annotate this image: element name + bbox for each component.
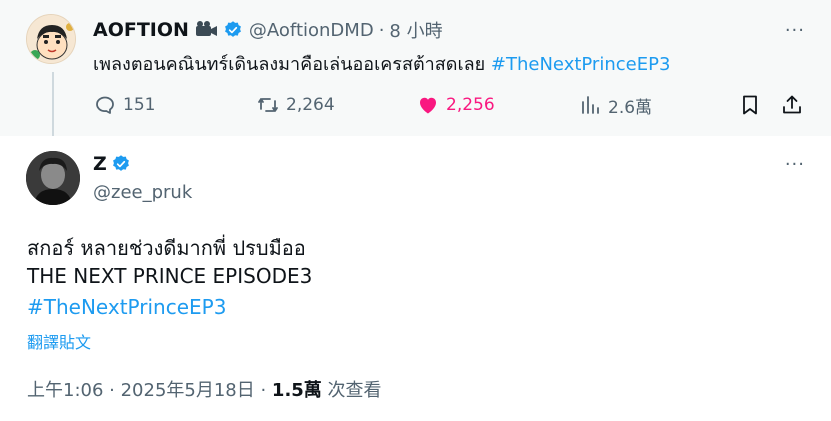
tweet-text: เพลงตอนคณินทร์เดินลงมาคือเล่นออเครสต้าสด… xyxy=(93,49,670,78)
heart-icon xyxy=(420,97,436,114)
reply-icon xyxy=(96,96,114,114)
avatar[interactable] xyxy=(26,14,76,64)
handle[interactable]: @zee_pruk xyxy=(93,182,192,203)
share-button[interactable] xyxy=(780,91,804,119)
tweet-text-line: THE NEXT PRINCE EPISODE3 xyxy=(27,264,313,288)
tweet-meta: 上午1:06 · 2025年5月18日 · 1.5萬 次查看 xyxy=(27,376,382,402)
main-tweet: Z @zee_pruk ··· สกอร์ หลายช่วงดีมากพี่ ป… xyxy=(0,136,831,421)
separator: · xyxy=(378,19,385,41)
retweet-icon xyxy=(258,98,278,112)
camera-icon xyxy=(195,20,219,40)
display-name[interactable]: Z xyxy=(93,153,107,175)
views-label: 次查看 xyxy=(321,380,382,401)
views-count: 1.5萬 xyxy=(271,380,322,401)
reply-count: 151 xyxy=(123,95,156,115)
like-button[interactable]: 2,256 xyxy=(416,91,495,119)
action-bar: 151 2,264 2,256 2.6萬 xyxy=(93,91,805,119)
bookmark-icon xyxy=(743,95,757,115)
translate-post-link[interactable]: 翻譯貼文 xyxy=(27,329,91,353)
more-options-icon[interactable]: ··· xyxy=(785,154,805,175)
retweet-count: 2,264 xyxy=(286,95,335,115)
views-count: 2.6萬 xyxy=(608,97,653,118)
parent-header: AOFTION @AoftionDMD · 8 小時 xyxy=(93,18,443,42)
tweet-body: เพลงตอนคณินทร์เดินลงมาคือเล่นออเครสต้าสด… xyxy=(93,54,486,75)
bookmark-button[interactable] xyxy=(738,91,762,119)
more-options-icon[interactable]: ··· xyxy=(785,20,805,41)
parent-tweet[interactable]: AOFTION @AoftionDMD · 8 小時 ··· เพลงตอนคณ… xyxy=(0,0,831,136)
tweet-text-line: สกอร์ หลายช่วงดีมากพี่ ปรบมืออ xyxy=(27,236,306,260)
timestamp[interactable]: 上午1:06 · 2025年5月18日 · xyxy=(27,380,272,401)
handle[interactable]: @AoftionDMD xyxy=(249,20,374,41)
share-icon xyxy=(783,95,801,114)
retweet-button[interactable]: 2,264 xyxy=(256,91,335,119)
main-author-name-row: Z xyxy=(93,153,131,175)
avatar[interactable] xyxy=(26,151,80,205)
hashtag-link[interactable]: #TheNextPrinceEP3 xyxy=(491,54,671,75)
cartoon-avatar-icon xyxy=(27,15,75,63)
like-count: 2,256 xyxy=(446,95,495,115)
views-chart-icon xyxy=(582,96,599,114)
views-button[interactable]: 2.6萬 xyxy=(578,91,652,119)
verified-badge-icon[interactable] xyxy=(223,20,243,40)
profile-photo-icon xyxy=(26,151,80,205)
display-name[interactable]: AOFTION xyxy=(93,19,189,41)
thread-connector-line xyxy=(52,72,54,138)
verified-badge-icon[interactable] xyxy=(111,154,131,174)
reply-button[interactable]: 151 xyxy=(93,91,155,119)
timestamp[interactable]: 8 小時 xyxy=(389,17,442,43)
hashtag-link[interactable]: #TheNextPrinceEP3 xyxy=(27,295,226,319)
